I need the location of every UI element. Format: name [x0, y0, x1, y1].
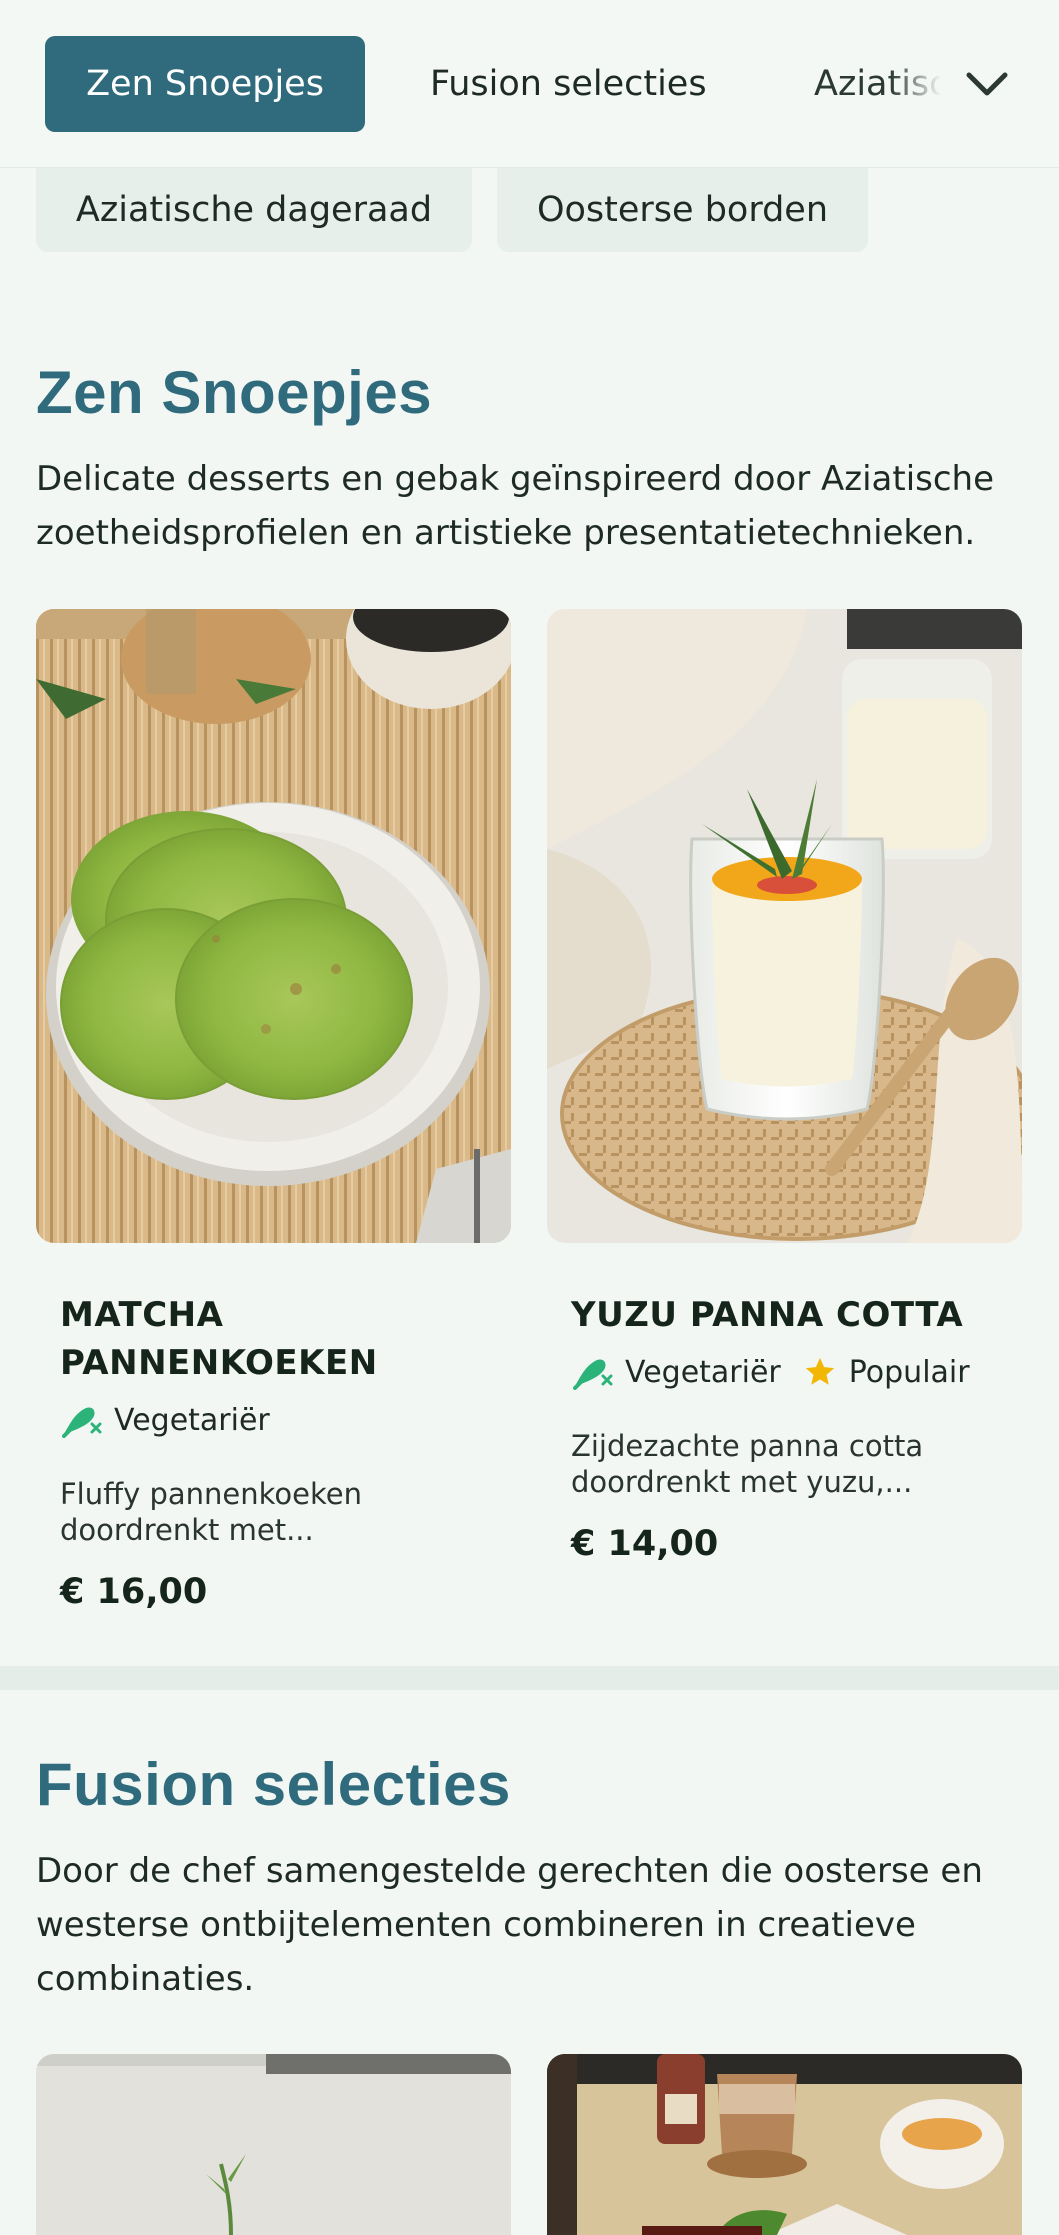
tab-fusion-selecties[interactable]: Fusion selecties [430, 36, 707, 132]
tag-label: Vegetariër [625, 1354, 781, 1390]
section-title-fusion-selecties: Fusion selecties [36, 1751, 511, 1818]
chip-aziatische-dageraad[interactable]: Aziatische dageraad [36, 168, 472, 252]
tag-label: Vegetariër [114, 1402, 270, 1438]
tag-label: Populair [848, 1354, 970, 1390]
yuzu-panna-cotta-image[interactable] [547, 609, 1022, 1243]
tag-vegetarian: Vegetariër [571, 1354, 781, 1390]
item-price: € 14,00 [571, 1524, 719, 1564]
chip-oosterse-borden[interactable]: Oosterse borden [497, 168, 868, 252]
tag-popular: Populair [803, 1355, 970, 1390]
item-price: € 16,00 [60, 1572, 208, 1612]
item-name[interactable]: YUZU PANNA COTTA [571, 1291, 1011, 1339]
chevron-down-icon[interactable] [962, 60, 1012, 110]
section-description-fusion-selecties: Door de chef samengestelde gerechten die… [36, 1851, 983, 1999]
tag-vegetarian: Vegetariër [60, 1402, 270, 1438]
fusion-dish-image[interactable] [547, 2054, 1022, 2235]
item-description: Fluffy pannenkoeken doordrenkt met... [60, 1477, 362, 1547]
section-description-zen-snoepjes: Delicate desserts en gebak geïnspireerd … [36, 459, 995, 553]
item-tags: Vegetariër Populair [571, 1354, 992, 1390]
item-name[interactable]: MATCHA PANNENKOEKEN [60, 1291, 500, 1387]
vegetarian-icon [62, 1407, 102, 1438]
fusion-dish-image[interactable] [36, 2054, 511, 2235]
tab-zen-snoepjes[interactable]: Zen Snoepjes [45, 36, 365, 132]
tab-overflow-fade [890, 36, 950, 132]
item-tags: Vegetariër [60, 1402, 292, 1438]
section-divider [0, 1666, 1059, 1690]
matcha-pancakes-image[interactable] [36, 609, 511, 1243]
vegetarian-icon [573, 1359, 613, 1390]
item-description: Zijdezachte panna cotta doordrenkt met y… [571, 1429, 924, 1499]
section-title-zen-snoepjes: Zen Snoepjes [36, 359, 433, 426]
category-tab-bar: Zen Snoepjes Fusion selecties Aziatische… [0, 0, 1059, 168]
star-icon [805, 1357, 834, 1385]
